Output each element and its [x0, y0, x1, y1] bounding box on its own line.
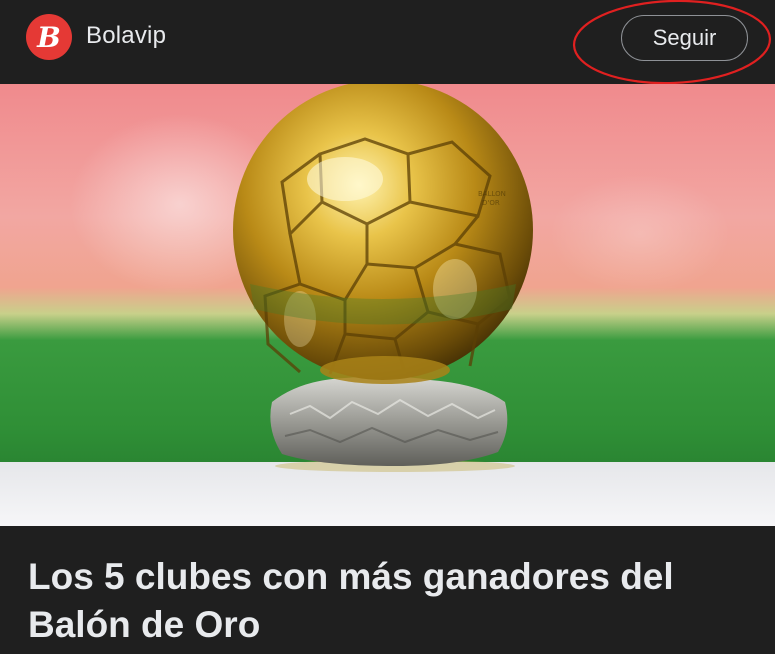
svg-text:D'OR: D'OR [482, 199, 500, 207]
bolavip-logo-icon[interactable]: B [26, 14, 72, 60]
article-title[interactable]: Los 5 clubes con más ganadores del Balón… [28, 553, 758, 649]
logo-letter: B [37, 20, 61, 54]
publisher-header: B Bolavip Seguir [0, 0, 775, 85]
ballon-d-or-trophy-image: BALLON D'OR [0, 84, 775, 526]
svg-text:BALLON: BALLON [478, 190, 506, 198]
hero-image[interactable]: BALLON D'OR [0, 84, 775, 526]
publisher-name[interactable]: Bolavip [86, 22, 166, 50]
follow-button[interactable]: Seguir [621, 15, 748, 61]
